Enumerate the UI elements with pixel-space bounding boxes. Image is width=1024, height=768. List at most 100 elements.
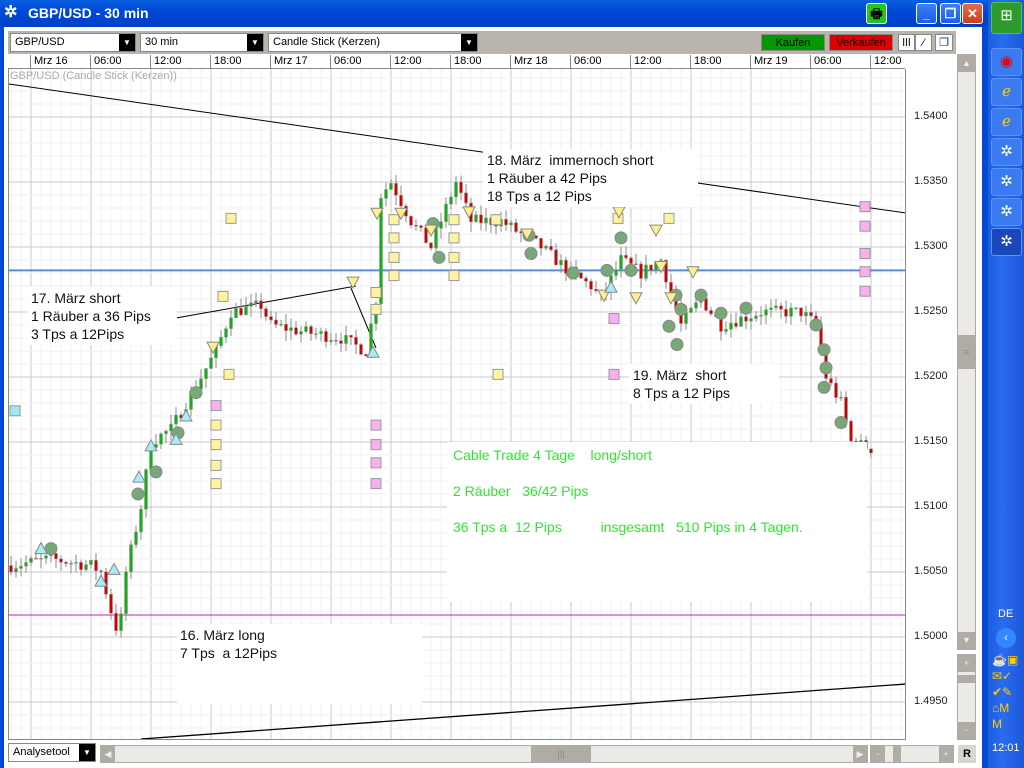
annotation-19-maerz[interactable]: 19. März short 8 Tps a 12 Pips: [629, 364, 779, 404]
restore-button[interactable]: ❐: [940, 3, 961, 24]
signal-square-yellow: [223, 368, 235, 380]
sell-button[interactable]: Verkaufen: [829, 34, 893, 51]
annotation-line: 18 Tps a 12 Pips: [487, 188, 592, 204]
language-indicator[interactable]: DE: [998, 608, 1013, 620]
start-button[interactable]: ⊞: [991, 2, 1022, 34]
system-tray-icons[interactable]: ☕▣ ✉✓ ✔✎ ⌂M M: [992, 652, 1022, 732]
signal-circle-green: [524, 247, 538, 260]
candle-body: [29, 557, 33, 563]
horizontal-zoom[interactable]: - +: [870, 745, 954, 763]
candle-body: [74, 562, 78, 564]
time-label: 18:00: [690, 55, 722, 69]
tray-collapse-icon[interactable]: ‹: [996, 628, 1016, 648]
signal-square-pink: [370, 478, 382, 490]
price-label: 1.5150: [914, 435, 948, 447]
buy-button[interactable]: Kaufen: [761, 34, 825, 51]
taskbar-app-1[interactable]: ✲: [991, 138, 1022, 166]
candle-body: [514, 222, 518, 232]
vertical-zoom[interactable]: + -: [957, 654, 976, 740]
scroll-thumb[interactable]: ≡: [958, 335, 975, 369]
annotation-16-maerz[interactable]: 16. März long 7 Tps a 12Pips: [177, 624, 422, 704]
signal-circle-green: [670, 338, 684, 351]
candle-body: [364, 354, 368, 357]
zoom-out-icon[interactable]: -: [958, 722, 975, 739]
taskbar-ie-1[interactable]: ℯ: [991, 78, 1022, 106]
summary-line: Cable Trade 4 Tage long/short: [453, 447, 652, 463]
windows-logo-icon: ⊞: [1000, 7, 1013, 24]
candle-body: [164, 430, 168, 435]
candle-body: [614, 269, 618, 276]
scroll-down-icon[interactable]: ▼: [958, 632, 975, 649]
analysis-tool-select[interactable]: Analysetool ▼: [8, 743, 96, 762]
interval-select[interactable]: 30 min ▼: [140, 33, 264, 52]
title-bar[interactable]: ✲ GBP/USD - 30 min 🖶 _ ❐ ✕: [0, 0, 988, 27]
chevron-down-icon[interactable]: ▼: [247, 34, 263, 51]
candle-body: [584, 277, 588, 282]
chevron-down-icon[interactable]: ▼: [461, 34, 477, 51]
candle-body: [634, 263, 638, 265]
annotation-summary[interactable]: Cable Trade 4 Tage long/short 2 Räuber 36…: [447, 442, 867, 602]
taskbar-app-3[interactable]: ✲: [991, 198, 1022, 226]
symbol-select[interactable]: GBP/USD ▼: [10, 33, 136, 52]
horizontal-scrollbar[interactable]: ◀ ||| ▶: [100, 745, 868, 763]
snowflake-icon: ✲: [4, 4, 18, 21]
annotation-17-maerz[interactable]: 17. März short 1 Räuber a 36 Pips 3 Tps a …: [27, 287, 177, 345]
signal-circle-green: [694, 288, 708, 302]
time-label: 06:00: [90, 55, 122, 69]
zoom-thumb[interactable]: [893, 746, 901, 762]
signal-triangle-down: [462, 206, 476, 219]
detach-window-icon[interactable]: ❐: [935, 34, 953, 51]
price-label: 1.5350: [914, 175, 948, 187]
zoom-in-icon[interactable]: +: [958, 655, 975, 672]
scroll-left-icon[interactable]: ◀: [101, 746, 115, 762]
chevron-down-icon[interactable]: ▼: [79, 744, 95, 761]
minimize-button[interactable]: _: [916, 3, 937, 24]
signal-circle-green: [834, 416, 848, 429]
price-chart[interactable]: GBP/USD (Candle Stick (Kerzen)) 16. März…: [8, 69, 905, 740]
annotation-line: 8 Tps a 12 Pips: [633, 385, 731, 401]
taskbar-opera[interactable]: ◉: [991, 48, 1022, 76]
candle-body: [619, 254, 623, 270]
candle-body: [64, 562, 68, 564]
signal-square-pink: [859, 201, 871, 213]
signal-circle-green: [739, 301, 753, 315]
zoom-thumb[interactable]: [958, 675, 975, 683]
candle-body: [869, 448, 873, 454]
annotation-18-maerz[interactable]: 18. März immernoch short 1 Räuber a 42 Pi…: [483, 149, 698, 207]
taskbar-ie-2[interactable]: ℯ: [991, 108, 1022, 136]
annotation-line: 17. März short: [31, 290, 121, 306]
candle-body: [124, 571, 128, 614]
signal-square-pink: [859, 248, 871, 259]
candle-body: [434, 228, 438, 249]
signal-square-yellow: [225, 212, 237, 224]
printer-button[interactable]: 🖶: [866, 3, 887, 24]
hscroll-thumb[interactable]: |||: [531, 746, 591, 762]
scroll-right-icon[interactable]: ▶: [853, 746, 867, 762]
zoom-in-icon[interactable]: +: [939, 746, 953, 762]
chevron-down-icon[interactable]: ▼: [119, 34, 135, 51]
reset-button[interactable]: R: [958, 745, 976, 763]
chart-type-select[interactable]: Candle Stick (Kerzen) ▼: [268, 33, 478, 52]
signal-square-pink: [370, 439, 382, 451]
interval-value: 30 min: [145, 36, 179, 48]
candle-body: [724, 329, 728, 332]
price-label: 1.5050: [914, 565, 948, 577]
analysis-tool-value: Analysetool: [13, 746, 70, 758]
zoom-out-icon[interactable]: -: [871, 746, 885, 762]
taskbar-app-2[interactable]: ✲: [991, 168, 1022, 196]
line-tool-icon[interactable]: ⁄: [915, 34, 932, 51]
bar-chart-tool-icon[interactable]: ǀǀǀ: [898, 34, 915, 51]
candle-body: [259, 300, 263, 310]
signal-circle-green: [819, 361, 833, 375]
candle-body: [769, 307, 773, 310]
signal-square-pink: [859, 266, 871, 278]
vertical-scrollbar[interactable]: ▲ ≡ ▼: [957, 54, 976, 650]
candle-body: [204, 368, 208, 379]
candle-body: [9, 565, 13, 573]
taskbar-app-active[interactable]: ✲: [991, 228, 1022, 256]
candle-body: [24, 562, 28, 567]
scroll-up-icon[interactable]: ▲: [958, 55, 975, 72]
signal-circle-green: [189, 386, 203, 400]
candle-body: [729, 322, 733, 330]
close-button[interactable]: ✕: [962, 3, 983, 24]
